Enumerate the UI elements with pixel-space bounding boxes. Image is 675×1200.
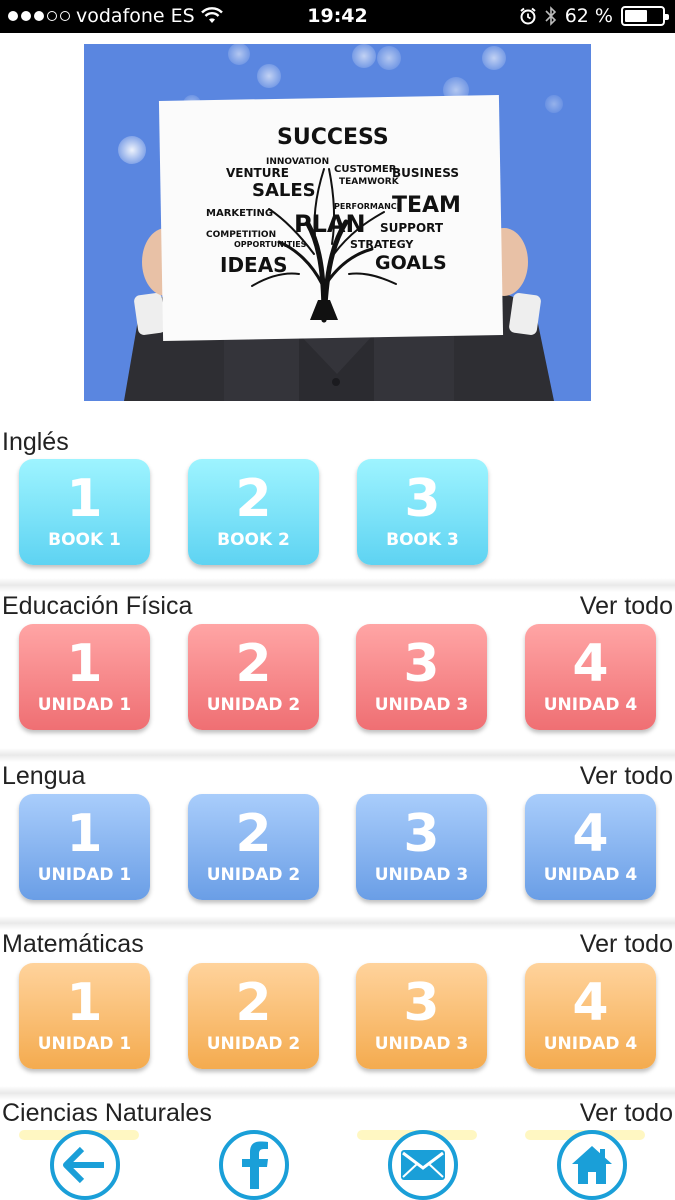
tile-number: 3 — [403, 804, 440, 864]
tile-label: UNIDAD 2 — [206, 1034, 301, 1054]
tile-number: 2 — [235, 469, 272, 529]
tile-book-3[interactable]: 3 BOOK 3 — [357, 459, 488, 565]
back-button[interactable] — [50, 1130, 120, 1200]
tile-label: UNIDAD 3 — [374, 1034, 469, 1054]
section-divider — [0, 916, 675, 930]
hero-word: MARKETING — [206, 208, 273, 219]
back-arrow-icon — [63, 1146, 104, 1184]
tile-unidad-1[interactable]: 1 UNIDAD 1 — [19, 963, 150, 1069]
see-all-link-matematicas[interactable]: Ver todo — [580, 930, 673, 959]
tile-unidad-2[interactable]: 2 UNIDAD 2 — [188, 624, 319, 730]
hero-word: SUCCESS — [277, 125, 389, 150]
see-all-link-lengua[interactable]: Ver todo — [580, 762, 673, 791]
hero-word: GOALS — [375, 252, 447, 274]
tile-number: 1 — [66, 634, 103, 694]
hero-word: CUSTOMER — [334, 164, 397, 175]
tile-unidad-1[interactable]: 1 UNIDAD 1 — [19, 794, 150, 900]
tile-label: UNIDAD 1 — [37, 1034, 132, 1054]
tile-label: UNIDAD 4 — [543, 865, 638, 885]
hero-word: PLAN — [294, 210, 366, 238]
tile-label: UNIDAD 4 — [543, 695, 638, 715]
hero-word: VENTURE — [226, 166, 289, 180]
hero-word: BUSINESS — [392, 166, 459, 180]
see-all-link-ciencias-naturales[interactable]: Ver todo — [580, 1099, 673, 1128]
bottom-nav — [0, 1128, 675, 1200]
tile-label: UNIDAD 1 — [37, 865, 132, 885]
tile-number: 4 — [572, 804, 609, 864]
tile-label: BOOK 1 — [48, 530, 121, 550]
hero-word: OPPORTUNITIES — [234, 240, 307, 249]
hero-word: TEAMWORK — [339, 177, 400, 187]
battery-percentage: 62 % — [564, 5, 613, 27]
tile-label: UNIDAD 2 — [206, 695, 301, 715]
tile-number: 1 — [66, 804, 103, 864]
status-bar: vodafone ES 19:42 62 % — [0, 0, 675, 33]
tile-number: 2 — [235, 634, 272, 694]
tile-label: UNIDAD 1 — [37, 695, 132, 715]
tile-label: BOOK 2 — [217, 530, 290, 550]
tile-number: 3 — [403, 634, 440, 694]
tile-unidad-4[interactable]: 4 UNIDAD 4 — [525, 963, 656, 1069]
hero-word: SUPPORT — [380, 221, 444, 235]
section-title-lengua: Lengua — [2, 762, 86, 790]
hero-word: TEAM — [392, 193, 461, 218]
tile-number: 1 — [66, 973, 103, 1033]
hero-image: SUCCESS INNOVATION CUSTOMER VENTURE SALE… — [84, 44, 591, 401]
hero-word: COMPETITION — [206, 230, 276, 240]
tile-label: UNIDAD 2 — [206, 865, 301, 885]
tile-book-1[interactable]: 1 BOOK 1 — [19, 459, 150, 565]
tile-unidad-3[interactable]: 3 UNIDAD 3 — [356, 794, 487, 900]
section-title-ingles: Inglés — [2, 428, 69, 456]
tile-unidad-4[interactable]: 4 UNIDAD 4 — [525, 624, 656, 730]
tile-label: UNIDAD 3 — [374, 695, 469, 715]
alarm-icon — [520, 7, 536, 25]
tile-unidad-3[interactable]: 3 UNIDAD 3 — [356, 624, 487, 730]
mail-icon — [401, 1150, 445, 1180]
section-divider — [0, 748, 675, 762]
hero-word: SALES — [252, 180, 316, 201]
tile-number: 4 — [572, 634, 609, 694]
mail-button[interactable] — [388, 1130, 458, 1200]
section-divider — [0, 578, 675, 592]
hero-word: IDEAS — [220, 253, 288, 277]
tile-number: 1 — [66, 469, 103, 529]
tile-number: 3 — [404, 469, 441, 529]
tile-book-2[interactable]: 2 BOOK 2 — [188, 459, 319, 565]
tile-unidad-1[interactable]: 1 UNIDAD 1 — [19, 624, 150, 730]
section-title-ciencias-naturales: Ciencias Naturales — [2, 1099, 212, 1127]
hero-word: STRATEGY — [350, 238, 414, 251]
tile-number: 4 — [572, 973, 609, 1033]
section-title-matematicas: Matemáticas — [2, 930, 144, 958]
status-right: 62 % — [519, 5, 669, 27]
battery-icon — [621, 6, 669, 26]
home-button[interactable] — [557, 1130, 627, 1200]
tile-number: 2 — [235, 804, 272, 864]
tile-number: 2 — [235, 973, 272, 1033]
section-divider — [0, 1086, 675, 1100]
tile-number: 3 — [403, 973, 440, 1033]
tile-label: BOOK 3 — [386, 530, 459, 550]
tile-unidad-2[interactable]: 2 UNIDAD 2 — [188, 963, 319, 1069]
facebook-icon — [242, 1141, 268, 1189]
tile-unidad-2[interactable]: 2 UNIDAD 2 — [188, 794, 319, 900]
tile-label: UNIDAD 4 — [543, 1034, 638, 1054]
tile-unidad-4[interactable]: 4 UNIDAD 4 — [525, 794, 656, 900]
section-title-educacion-fisica: Educación Física — [2, 592, 193, 620]
bluetooth-icon — [545, 6, 556, 26]
see-all-link-educacion-fisica[interactable]: Ver todo — [580, 592, 673, 621]
tile-unidad-3[interactable]: 3 UNIDAD 3 — [356, 963, 487, 1069]
facebook-button[interactable] — [219, 1130, 289, 1200]
tile-label: UNIDAD 3 — [374, 865, 469, 885]
home-icon — [572, 1146, 612, 1184]
business-tree-illustration: SUCCESS INNOVATION CUSTOMER VENTURE SALE… — [84, 44, 591, 401]
